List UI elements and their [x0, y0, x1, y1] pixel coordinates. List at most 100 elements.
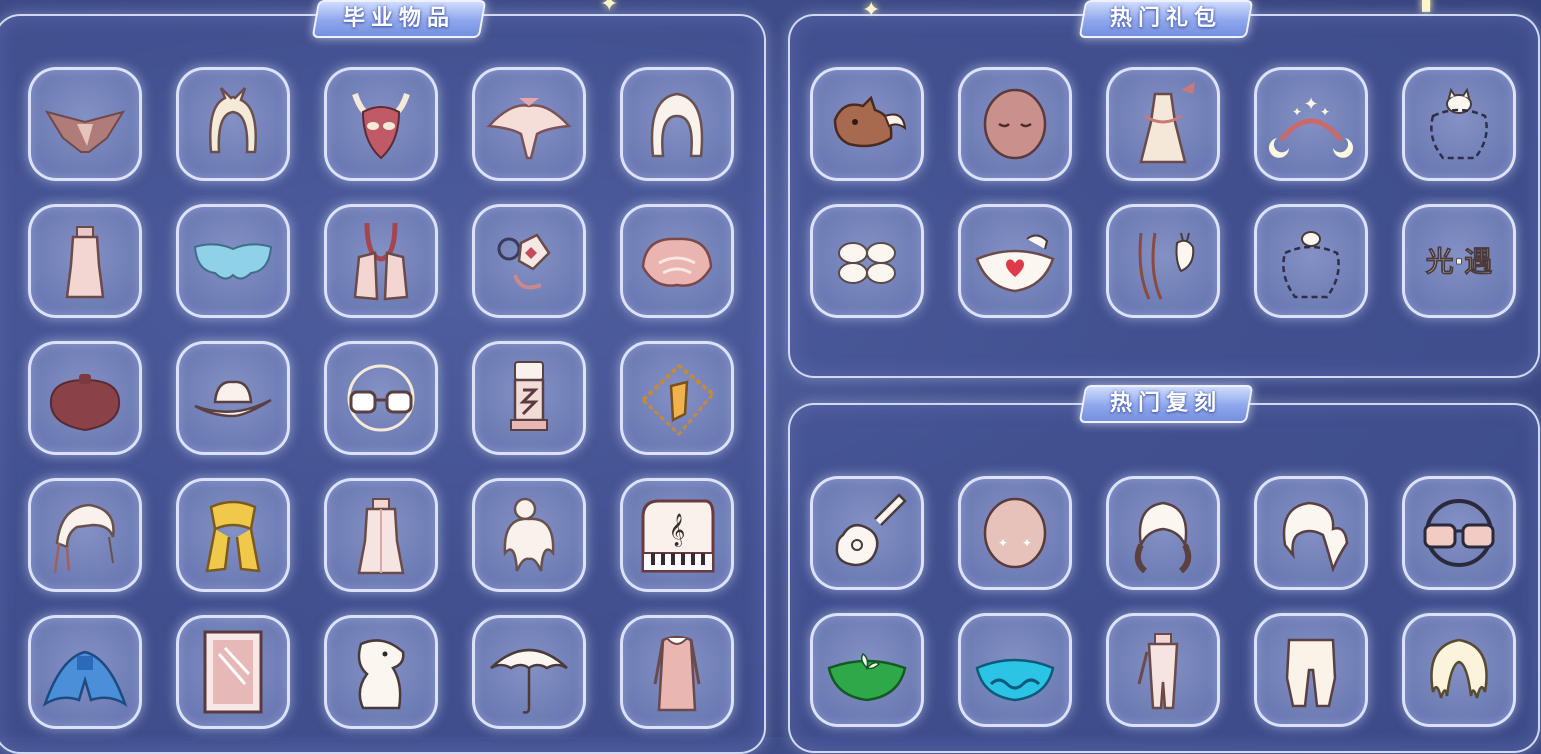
- item-slot-cowboy-hat[interactable]: [176, 341, 290, 455]
- leaf-cape-icon: [827, 652, 907, 702]
- rerun-slot-leaf-cape[interactable]: [810, 613, 924, 727]
- round-cape-icon: [49, 374, 121, 432]
- dashed-outline-prop-icon: [1282, 231, 1340, 299]
- coat-outfit-icon: [653, 635, 701, 712]
- item-slot-umbrella[interactable]: [472, 615, 586, 729]
- item-slot-piano[interactable]: 𝄞: [620, 478, 734, 592]
- hot-reruns-title: 热门复刻: [1078, 385, 1254, 423]
- item-slot-winged-cape[interactable]: [472, 67, 586, 181]
- gift-slot-game-logo[interactable]: 光·遇: [1402, 204, 1516, 318]
- item-slot-glasses[interactable]: [324, 341, 438, 455]
- scarf-outfit-icon: [353, 222, 409, 301]
- item-slot-hood-hair[interactable]: [620, 67, 734, 181]
- svg-text:✦: ✦: [1292, 105, 1302, 119]
- item-slot-robe-outfit[interactable]: [324, 478, 438, 592]
- hair-ears-icon: [209, 87, 257, 154]
- robe-pants-icon: [1137, 633, 1179, 710]
- bat-cape-icon: [44, 110, 126, 153]
- piano-icon: 𝄞: [641, 499, 715, 573]
- heart-cape-icon: [975, 234, 1055, 293]
- robe-outfit-icon: [357, 498, 405, 575]
- crystal-necklace-icon: [641, 363, 715, 437]
- gift-slot-heart-cape[interactable]: [958, 204, 1072, 318]
- dress-outfit-icon: [65, 226, 105, 299]
- svg-text:✦: ✦: [1303, 94, 1318, 115]
- item-slot-crystal-necklace[interactable]: [620, 341, 734, 455]
- gift-slot-star-moon-headband[interactable]: ✦ ✦ ✦: [1254, 67, 1368, 181]
- horned-mask-icon: [352, 93, 410, 160]
- item-slot-yellow-scarf[interactable]: [176, 478, 290, 592]
- guitar-icon: [835, 493, 907, 567]
- gift-slot-dashed-outline-prop[interactable]: [1254, 204, 1368, 318]
- item-slot-lantern-prop[interactable]: [472, 341, 586, 455]
- sleepy-mask-icon: [983, 88, 1047, 160]
- item-slot-bat-cape[interactable]: [28, 67, 142, 181]
- svg-text:✦: ✦: [1022, 536, 1032, 550]
- sunglasses-icon: [1423, 499, 1495, 567]
- svg-text:𝄞: 𝄞: [669, 513, 686, 547]
- item-slot-scarf-outfit[interactable]: [324, 204, 438, 318]
- item-slot-coat-outfit[interactable]: [620, 615, 734, 729]
- item-slot-moomin[interactable]: [324, 615, 438, 729]
- hot-gifts-title: 热门礼包: [1078, 0, 1254, 38]
- winged-cape-icon: [486, 98, 572, 160]
- prop-ornament-icon: [497, 233, 551, 290]
- item-slot-prop-ornament[interactable]: [472, 204, 586, 318]
- cat-ear-hair-icon: [1138, 232, 1195, 300]
- cat-outline-prop-icon: [1430, 87, 1488, 160]
- item-slot-shell-cape[interactable]: [620, 204, 734, 318]
- gift-slot-fox-cape[interactable]: [810, 67, 924, 181]
- curly-hair-icon: [1430, 638, 1488, 699]
- item-slot-dress-outfit[interactable]: [28, 204, 142, 318]
- item-slot-hair-ears[interactable]: [176, 67, 290, 181]
- gift-slot-cat-ear-hair[interactable]: [1106, 204, 1220, 318]
- svg-text:✦: ✦: [1320, 105, 1330, 119]
- ponytail-hair-icon: [1282, 501, 1349, 573]
- wave-cape-icon: [975, 658, 1055, 702]
- clover-cape-icon: [838, 242, 896, 284]
- item-slot-bun-hair[interactable]: [472, 478, 586, 592]
- item-slot-horned-mask[interactable]: [324, 67, 438, 181]
- rerun-slot-curly-hair[interactable]: [1402, 613, 1516, 727]
- sparkle-icon: ▮: [1420, 0, 1433, 15]
- svg-text:✦: ✦: [998, 536, 1008, 550]
- rerun-slot-guitar[interactable]: [810, 476, 924, 590]
- pants-icon: [1285, 638, 1337, 708]
- star-moon-headband-icon: ✦✦ ✦: [1269, 94, 1353, 158]
- shell-cape-icon: [641, 237, 713, 287]
- rerun-slot-wave-cape[interactable]: [958, 613, 1072, 727]
- bun-hair-icon: [503, 497, 555, 572]
- lantern-prop-icon: [510, 361, 548, 431]
- item-slot-butterfly-cape[interactable]: [176, 204, 290, 318]
- blush-mask-icon: ✦ ✦: [983, 497, 1047, 569]
- item-slot-poster-frame[interactable]: [176, 615, 290, 729]
- gift-slot-clover-cape[interactable]: [810, 204, 924, 318]
- moomin-icon: [357, 639, 405, 710]
- gift-slot-sleepy-mask[interactable]: [958, 67, 1072, 181]
- item-slot-blue-cape[interactable]: [28, 615, 142, 729]
- rerun-slot-ponytail-hair[interactable]: [1254, 476, 1368, 590]
- graduation-items-title: 毕业物品: [311, 0, 487, 38]
- gift-slot-cat-outline-prop[interactable]: [1402, 67, 1516, 181]
- blue-cape-icon: [42, 650, 128, 707]
- rerun-slot-twin-tail-hair[interactable]: [1106, 476, 1220, 590]
- twin-tail-hair-icon: [1134, 501, 1192, 574]
- gift-slot-dress-with-wings[interactable]: [1106, 67, 1220, 181]
- item-slot-round-cape[interactable]: [28, 341, 142, 455]
- fox-cape-icon: [833, 95, 907, 148]
- dress-with-wings-icon: [1139, 82, 1195, 164]
- game-logo-text: 光·遇: [1425, 245, 1493, 278]
- hood-hair-icon: [650, 92, 704, 158]
- butterfly-cape-icon: [193, 243, 273, 280]
- yellow-scarf-icon: [205, 500, 261, 573]
- rerun-slot-blush-mask[interactable]: ✦ ✦: [958, 476, 1072, 590]
- glasses-icon: [347, 364, 415, 432]
- rerun-slot-pants[interactable]: [1254, 613, 1368, 727]
- rerun-slot-robe-pants[interactable]: [1106, 613, 1220, 727]
- cowboy-hat-icon: [194, 380, 272, 418]
- poster-frame-icon: [203, 630, 263, 714]
- umbrella-icon: [490, 648, 568, 714]
- item-slot-feather-hair[interactable]: [28, 478, 142, 592]
- rerun-slot-sunglasses[interactable]: [1402, 476, 1516, 590]
- game-logo-icon: 光·遇: [1424, 245, 1493, 279]
